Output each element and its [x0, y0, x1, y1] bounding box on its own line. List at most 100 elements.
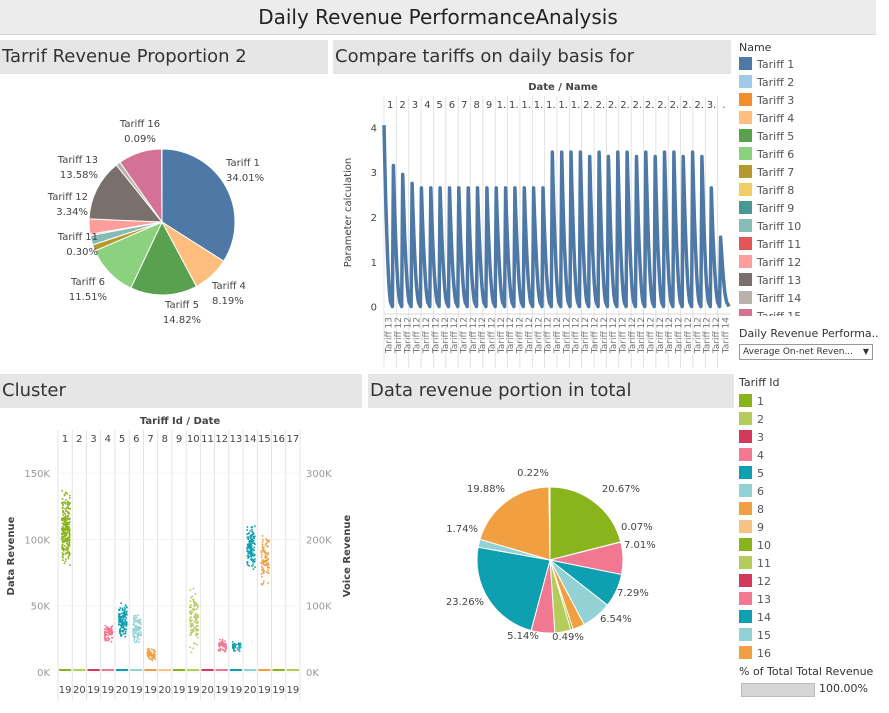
pie-label-value: 7.01% [624, 540, 656, 551]
scatter-point [248, 556, 250, 559]
name-legend-item[interactable]: Tariff 7 [739, 164, 879, 182]
tariff-legend-item[interactable]: 6 [739, 483, 879, 501]
scatter-point [261, 535, 264, 537]
legend-swatch [739, 111, 752, 124]
scatter-point [265, 538, 267, 540]
tariff-legend-item[interactable]: 1 [739, 393, 879, 411]
category-header: 9 [176, 434, 182, 445]
scatter-point [218, 649, 220, 651]
scatter-point [247, 538, 250, 540]
tariff-legend-item[interactable]: 11 [739, 555, 879, 573]
tariff-legend-item[interactable]: 13 [739, 591, 879, 609]
tariff-id-legend-title: Tariff Id [739, 376, 780, 389]
scatter-point [125, 612, 128, 614]
scatter-point [118, 613, 120, 615]
scatter-point [150, 654, 153, 656]
legend-label: Tariff 8 [757, 184, 795, 197]
scatter-point [103, 637, 106, 639]
date-tick-label: 19 [59, 685, 72, 696]
scatter-point [249, 529, 252, 532]
scatter-point [108, 638, 111, 640]
data-revenue-pie-chart: 20.67% 0.07% 7.01% 7.29% 6.54% 0.49% 5.14% 23.2… [446, 468, 656, 643]
scatter-point [191, 631, 194, 633]
name-legend-item[interactable]: Tariff 6 [739, 146, 879, 164]
scatter-point [62, 514, 64, 516]
legend-label: Tariff 10 [757, 220, 802, 233]
scatter-point [134, 641, 136, 644]
scatter-point [62, 554, 64, 556]
cluster-points [146, 647, 157, 662]
scatter-point [66, 532, 68, 534]
tariff-legend-item[interactable]: 9 [739, 519, 879, 537]
name-legend-item[interactable]: Tariff 4 [739, 110, 879, 128]
tariff-legend-item[interactable]: 4 [739, 447, 879, 465]
legend-label: Tariff 7 [757, 166, 795, 179]
tariff-legend-item[interactable]: 14 [739, 609, 879, 627]
tariff-legend-item[interactable]: 16 [739, 645, 879, 661]
name-legend-item[interactable]: Tariff 10 [739, 218, 879, 236]
legend-swatch [739, 448, 752, 461]
legend-label: 6 [757, 485, 764, 498]
scatter-point [68, 528, 71, 530]
name-legend-item[interactable]: Tariff 13 [739, 272, 879, 290]
scatter-point [139, 618, 142, 621]
tariff-legend-item[interactable]: 3 [739, 429, 879, 447]
scatter-point [106, 636, 109, 639]
category-header: 15 [258, 434, 271, 445]
column-header: 1. [571, 100, 581, 111]
legend-swatch [739, 75, 752, 88]
scatter-point [107, 639, 110, 642]
tariff-legend-item[interactable]: 5 [739, 465, 879, 483]
scatter-point [126, 606, 128, 609]
scatter-point [154, 654, 156, 656]
name-legend-item[interactable]: Tariff 5 [739, 128, 879, 146]
scatter-point [111, 637, 114, 639]
name-legend-item[interactable]: Tariff 2 [739, 74, 879, 92]
name-legend-title: Name [739, 41, 772, 54]
tariff-legend-item[interactable]: 2 [739, 411, 879, 429]
scatter-point [150, 648, 153, 650]
y-tick-label: 100K [24, 535, 50, 546]
scatter-point [224, 640, 226, 642]
scatter-point [251, 526, 253, 529]
scatter-point [193, 620, 196, 623]
pie-label-name: Tariff 16 [119, 119, 160, 130]
name-legend-item[interactable]: Tariff 3 [739, 92, 879, 110]
tariff-legend-item[interactable]: 12 [739, 573, 879, 591]
name-legend-item[interactable]: Tariff 15 [739, 308, 879, 316]
scatter-point [121, 616, 124, 618]
tariff-legend-item[interactable]: 8 [739, 501, 879, 519]
scatter-point [68, 533, 71, 535]
scatter-point [107, 629, 110, 632]
scatter-point [118, 618, 120, 621]
name-legend-item[interactable]: Tariff 14 [739, 290, 879, 308]
name-legend-item[interactable]: Tariff 8 [739, 182, 879, 200]
parameter-dropdown[interactable]: Average On-net Reven... ▼ [739, 344, 873, 360]
scatter-point [195, 619, 197, 622]
y-axis-label: Parameter calculation [343, 158, 354, 268]
legend-swatch [739, 93, 752, 106]
percent-total-value: 100.00% [819, 682, 868, 695]
scatter-point [190, 597, 192, 599]
scatter-point [138, 629, 140, 632]
tariff-legend-item[interactable]: 15 [739, 627, 879, 645]
scatter-point [65, 507, 67, 509]
scatter-point [196, 633, 199, 635]
name-legend-item[interactable]: Tariff 12 [739, 254, 879, 272]
tariff-id-legend: Tariff Id 1 2 3 4 5 6 8 9 10 11 12 13 14 15 16 [739, 375, 879, 661]
legend-swatch [739, 255, 752, 268]
tariff-legend-item[interactable]: 10 [739, 537, 879, 555]
y-tick-label: 50K [31, 602, 51, 613]
scatter-point [223, 650, 226, 653]
name-legend-item[interactable]: Tariff 1 [739, 56, 879, 74]
scatter-point [63, 562, 66, 564]
scatter-header: Tariff Id / Date [140, 416, 221, 427]
legend-swatch [739, 291, 752, 304]
date-tick-label: 19 [187, 685, 200, 696]
name-legend-item[interactable]: Tariff 11 [739, 236, 879, 254]
scatter-point [62, 506, 64, 509]
scatter-point [61, 548, 64, 551]
name-legend-item[interactable]: Tariff 9 [739, 200, 879, 218]
pie-label-name: Tariff 4 [211, 281, 246, 292]
scatter-point [221, 638, 224, 641]
